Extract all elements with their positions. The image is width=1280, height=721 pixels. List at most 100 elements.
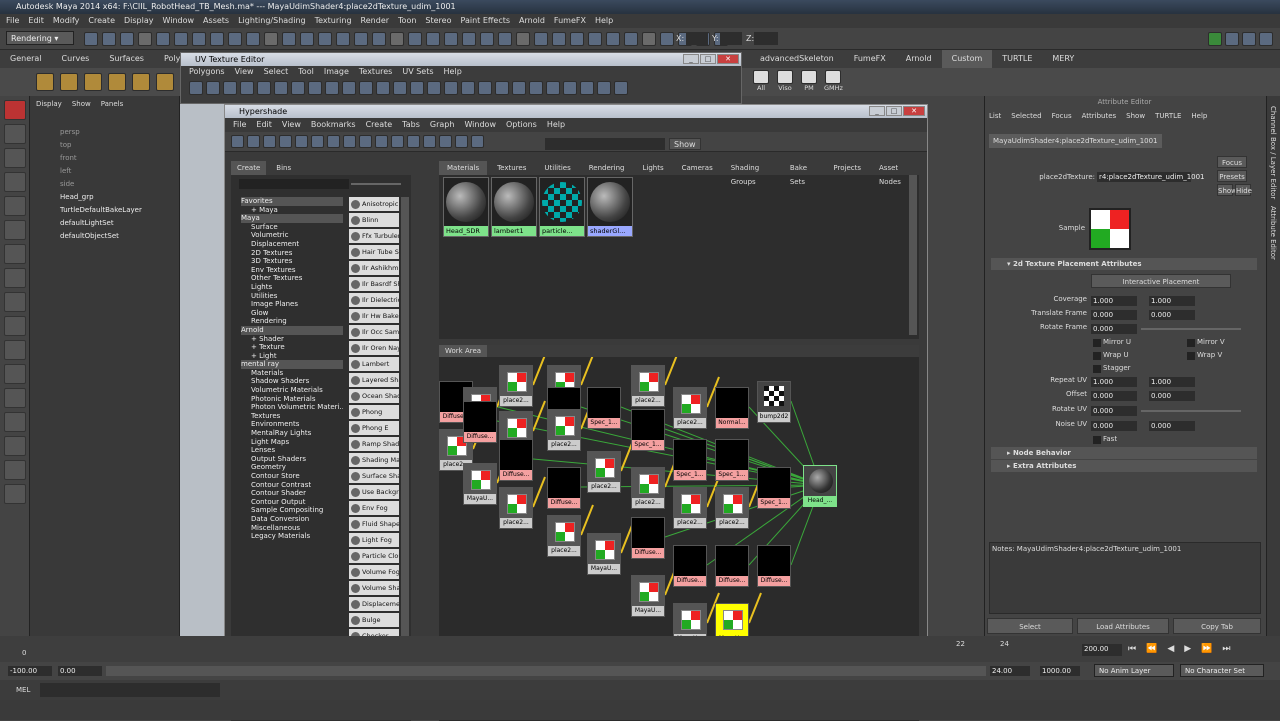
status-tool-icon[interactable] — [498, 32, 512, 46]
presets-button[interactable]: Presets — [1217, 170, 1247, 182]
step-back-icon[interactable]: ◀ — [1167, 644, 1174, 654]
uv-tool-icon[interactable] — [359, 81, 373, 95]
tool-icon[interactable] — [4, 412, 26, 432]
status-tool-icon[interactable] — [588, 32, 602, 46]
node-tab[interactable]: MayaUdimShader4:place2dTexture_udim_1001 — [989, 134, 1162, 148]
graph-node[interactable]: Spec_1... — [587, 387, 621, 429]
shelf-tool-icon[interactable] — [84, 73, 102, 91]
menu-item[interactable]: Modify — [53, 14, 80, 28]
status-tool-icon[interactable] — [192, 32, 206, 46]
menu-item[interactable]: Texturing — [315, 14, 352, 28]
menu-item[interactable]: Help — [595, 14, 613, 28]
uv-tool-icon[interactable] — [444, 81, 458, 95]
category-item[interactable]: Volumetric — [241, 231, 343, 240]
category-item[interactable]: MentalRay Lights — [241, 429, 343, 438]
mirror-u-checkbox[interactable] — [1093, 339, 1101, 347]
wrap-u-checkbox[interactable] — [1093, 352, 1101, 360]
notes-area[interactable]: Notes: MayaUdimShader4:place2dTexture_ud… — [989, 542, 1261, 614]
status-tool-icon[interactable] — [228, 32, 242, 46]
shelf-tool-icon[interactable] — [132, 73, 150, 91]
node-type-button[interactable]: Use Background — [349, 485, 399, 499]
node-type-button[interactable]: Particle Cloud — [349, 549, 399, 563]
menu-item[interactable]: Edit — [28, 14, 44, 28]
category-item[interactable]: Output Shaders — [241, 455, 343, 464]
status-tool-icon[interactable] — [606, 32, 620, 46]
uv-tool-icon[interactable] — [461, 81, 475, 95]
status-tool-icon[interactable] — [282, 32, 296, 46]
uv-tool-icon[interactable] — [308, 81, 322, 95]
shelf-tab[interactable]: Surfaces — [99, 50, 154, 68]
material-tab[interactable]: Cameras — [674, 161, 721, 175]
status-tool-icon[interactable] — [390, 32, 404, 46]
anim-layer-dropdown[interactable]: No Anim Layer — [1094, 664, 1174, 677]
category-item[interactable]: Textures — [241, 412, 343, 421]
material-swatch[interactable]: Head_SDR — [443, 177, 489, 237]
tool-icon[interactable] — [4, 292, 26, 312]
fast-checkbox[interactable] — [1093, 436, 1101, 444]
range-bar[interactable] — [106, 666, 986, 676]
hypershade-tool-icon[interactable] — [295, 135, 308, 148]
graph-node[interactable]: place2... — [499, 487, 533, 529]
category-item[interactable]: 2D Textures — [241, 249, 343, 258]
status-tool-icon[interactable] — [156, 32, 170, 46]
extra-attributes-section[interactable]: ▸ Extra Attributes — [991, 460, 1257, 472]
menu-item[interactable]: Select — [264, 66, 289, 78]
go-start-icon[interactable]: ⏮ — [1128, 644, 1136, 654]
graph-node[interactable]: Diffuse... — [631, 517, 665, 559]
hypershade-tool-icon[interactable] — [471, 135, 484, 148]
category-item[interactable]: Displacement — [241, 240, 343, 249]
status-tool-icon[interactable] — [480, 32, 494, 46]
category-item[interactable]: Lights — [241, 283, 343, 292]
command-input[interactable] — [40, 683, 220, 697]
menu-item[interactable]: Options — [506, 118, 537, 132]
category-item[interactable]: Environments — [241, 420, 343, 429]
graph-node[interactable]: Diffuse... — [715, 545, 749, 587]
status-tool-icon[interactable] — [570, 32, 584, 46]
menu-item[interactable]: Attributes — [1082, 108, 1117, 124]
uv-tool-icon[interactable] — [257, 81, 271, 95]
graph-node[interactable]: place2... — [631, 365, 665, 407]
status-tool-icon[interactable] — [642, 32, 656, 46]
go-end-icon[interactable]: ⏭ — [1222, 644, 1230, 654]
outliner-item[interactable]: Head_grp — [60, 191, 179, 204]
mode-dropdown[interactable]: Rendering ▾ — [6, 31, 74, 45]
shelf-tab[interactable]: MERY — [1042, 50, 1084, 68]
attr-field[interactable]: 0.000 — [1091, 421, 1137, 431]
status-tool-icon[interactable] — [372, 32, 386, 46]
hypershade-tool-icon[interactable] — [231, 135, 244, 148]
attr-field[interactable]: 1.000 — [1091, 377, 1137, 387]
menu-item[interactable]: Polygons — [189, 66, 225, 78]
load-attributes-button[interactable]: Load Attributes — [1077, 618, 1169, 634]
y-field[interactable] — [720, 32, 742, 45]
graph-node[interactable]: Spec_1... — [715, 439, 749, 481]
category-item[interactable]: Other Textures — [241, 274, 343, 283]
toggle-icon[interactable] — [1242, 32, 1256, 46]
maximize-button[interactable]: □ — [700, 54, 716, 64]
category-item[interactable]: Glow — [241, 309, 343, 318]
shelf-tab[interactable]: Curves — [52, 50, 100, 68]
node-behavior-section[interactable]: ▸ Node Behavior — [991, 447, 1257, 459]
status-tool-icon[interactable] — [246, 32, 260, 46]
filter-field[interactable] — [239, 179, 349, 189]
graph-node[interactable]: place2... — [547, 409, 581, 451]
category-item[interactable]: Contour Output — [241, 498, 343, 507]
graph-node[interactable]: place2... — [499, 365, 533, 407]
menu-item[interactable]: Paint Effects — [461, 14, 511, 28]
uv-tool-icon[interactable] — [376, 81, 390, 95]
menu-item[interactable]: Window — [464, 118, 496, 132]
interactive-placement-button[interactable]: Interactive Placement — [1091, 274, 1231, 288]
node-type-button[interactable]: Env Fog — [349, 501, 399, 515]
menu-item[interactable]: Focus — [1052, 108, 1072, 124]
outliner-item[interactable]: persp — [60, 126, 179, 139]
graph-node[interactable]: Diffuse... — [673, 545, 707, 587]
category-item[interactable]: Sample Compositing — [241, 506, 343, 515]
texture-placement-section[interactable]: ▾ 2d Texture Placement Attributes — [991, 258, 1257, 270]
category-item[interactable]: Photon Volumetric Materi... — [241, 403, 343, 412]
material-tab[interactable]: Materials — [439, 161, 488, 175]
menu-item[interactable]: Graph — [430, 118, 455, 132]
node-type-button[interactable]: Volume Fog — [349, 565, 399, 579]
category-item[interactable]: Shadow Shaders — [241, 377, 343, 386]
status-tool-icon[interactable] — [138, 32, 152, 46]
category-item[interactable]: 3D Textures — [241, 257, 343, 266]
search-field[interactable] — [545, 138, 665, 150]
